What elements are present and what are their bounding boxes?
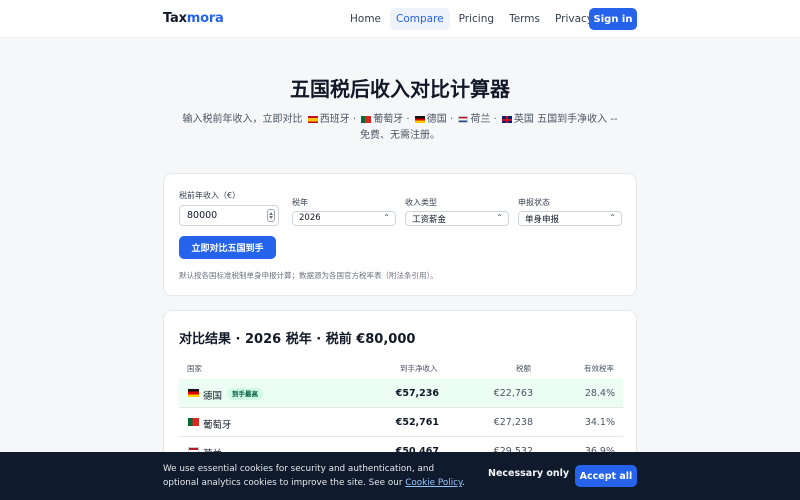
cookie-text: We use essential cookies for security an… — [163, 464, 435, 488]
col-net: 到手净收入 — [400, 364, 438, 373]
income-type-label: 收入类型 — [405, 198, 437, 207]
uk-flag-icon — [501, 116, 512, 123]
nav-compare[interactable]: Compare — [390, 8, 450, 30]
spain-flag-icon — [307, 116, 318, 123]
col-country: 国家 — [187, 364, 202, 373]
nav-pricing[interactable]: Pricing — [453, 8, 500, 30]
chevron-updown-icon: ⌃ — [383, 213, 390, 222]
method-note: 默认按各国标准税制单身申报计算；数据源为各国官方税率表（附法条引用）。 — [179, 271, 438, 280]
income-stepper-icon[interactable] — [267, 209, 275, 222]
cookie-text-end: . — [461, 478, 465, 488]
logo-prefix: Tax — [163, 11, 187, 26]
effective-rate: 34.1% — [584, 417, 615, 428]
germany-flag-icon — [188, 389, 199, 397]
tax-amount: €27,238 — [493, 417, 533, 428]
net-income: €52,761 — [395, 417, 439, 428]
accept-all-button[interactable]: Accept all — [575, 465, 637, 487]
page-subtitle: 输入税前年收入，立即对比 西班牙 · 葡萄牙 · 德国 · 荷兰 · 英国 五国… — [160, 112, 640, 144]
subtitle-netherlands: 荷兰 · — [470, 114, 497, 125]
chevron-updown-icon: ⌃ — [609, 213, 616, 222]
germany-flag-icon — [414, 116, 425, 123]
table-row: 德国 到手最高 €57,236 €22,763 28.4% — [179, 379, 623, 408]
nav-terms[interactable]: Terms — [503, 8, 546, 30]
top-nav: Taxmora Home Compare Pricing Terms Priva… — [0, 0, 800, 38]
country-name: 德国 — [203, 391, 223, 402]
sign-in-button[interactable]: Sign in — [589, 8, 637, 30]
income-type-value: 工资薪金 — [412, 215, 447, 225]
filing-status-select[interactable]: 单身申报 ⌃ — [518, 211, 622, 226]
tax-amount: €22,763 — [493, 388, 533, 399]
effective-rate: 28.4% — [584, 388, 615, 399]
page-title: 五国税后收入对比计算器 — [290, 77, 510, 101]
filing-status-label: 申报状态 — [518, 198, 550, 207]
subtitle-uk: 英国 五国到手净收入 -- — [513, 114, 618, 125]
subtitle-germany: 德国 · — [426, 114, 454, 125]
filing-status-value: 单身申报 — [525, 215, 560, 225]
logo-accent: mora — [186, 11, 224, 26]
logo[interactable]: Taxmora — [163, 11, 224, 26]
cookie-policy-link[interactable]: Cookie Policy — [405, 478, 462, 488]
portugal-flag-icon — [361, 116, 372, 123]
best-badge: 到手最高 — [227, 388, 263, 400]
country-name: 葡萄牙 — [203, 420, 232, 431]
tax-year-select[interactable]: 2026 ⌃ — [292, 211, 396, 226]
tax-year-label: 税年 — [292, 198, 308, 207]
calculator-form: 税前年收入（€） 80000 税年 2026 ⌃ 收入类型 工资薪金 ⌃ 申报状态 … — [163, 173, 637, 296]
chevron-updown-icon: ⌃ — [496, 213, 503, 222]
nav-home[interactable]: Home — [344, 8, 387, 30]
subtitle-spain: 西班牙 · — [319, 114, 357, 125]
income-input[interactable]: 80000 — [179, 205, 279, 226]
nav-links: Home Compare Pricing Terms Privacy — [344, 8, 602, 30]
netherlands-flag-icon — [458, 116, 469, 123]
cookie-banner: We use essential cookies for security an… — [0, 452, 800, 500]
cookie-message: We use essential cookies for security an… — [163, 462, 468, 490]
tax-year-value: 2026 — [299, 213, 321, 223]
compare-button[interactable]: 立即对比五国到手 — [179, 236, 276, 259]
col-tax: 税额 — [516, 364, 531, 373]
col-rate: 有效税率 — [584, 364, 614, 373]
table-row: 葡萄牙 €52,761 €27,238 34.1% — [179, 408, 623, 437]
portugal-flag-icon — [188, 418, 199, 426]
subtitle-portugal: 葡萄牙 · — [373, 114, 410, 125]
income-type-select[interactable]: 工资薪金 ⌃ — [405, 211, 509, 226]
necessary-only-button[interactable]: Necessary only — [488, 468, 569, 479]
results-title: 对比结果 · 2026 税年 · 税前 €80,000 — [179, 332, 416, 347]
subtitle-lead: 输入税前年收入，立即对比 — [182, 114, 303, 125]
net-income: €57,236 — [395, 388, 439, 399]
subtitle-tail: 免费、无需注册。 — [360, 130, 440, 141]
income-label: 税前年收入（€） — [179, 191, 241, 200]
